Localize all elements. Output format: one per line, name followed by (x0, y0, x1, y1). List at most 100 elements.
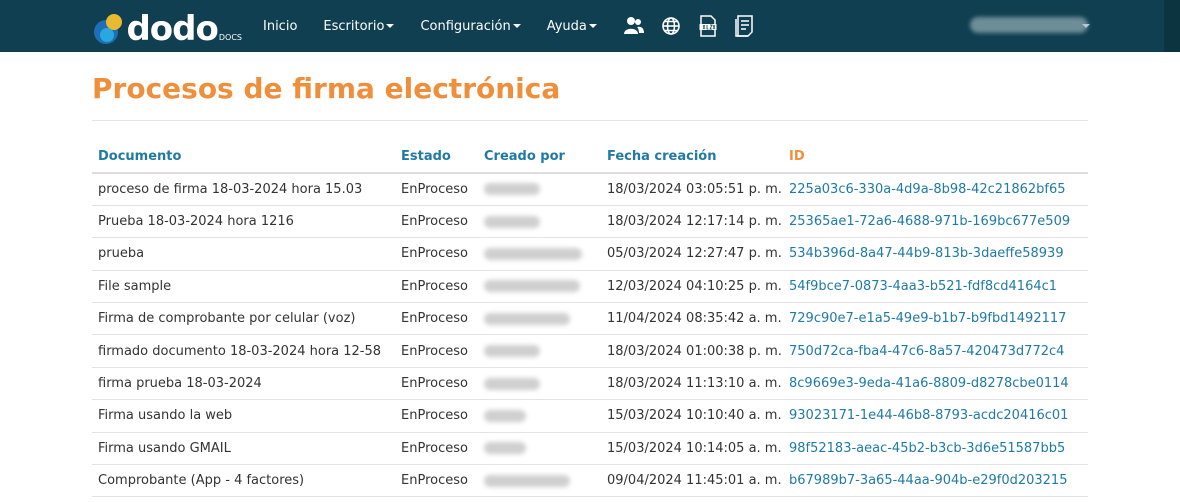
cell-creado-por (478, 173, 601, 206)
chevron-down-icon (588, 24, 597, 28)
cell-documento: proceso de firma 18-03-2024 hora 15.03 (92, 173, 395, 206)
redacted-creator-name (484, 183, 540, 196)
cell-estado: EnProceso (395, 173, 478, 206)
column-header-id[interactable]: ID (783, 141, 1088, 174)
cell-id-link[interactable]: 54f9bce7-0873-4aa3-b521-fdf8cd4164c1 (783, 270, 1088, 304)
table-body: proceso de firma 18-03-2024 hora 15.03 En… (92, 173, 1088, 498)
navbar-edge (1164, 0, 1180, 52)
signature-processes-table: Documento Estado Creado por Fecha creaci… (92, 141, 1088, 498)
redacted-creator-name (484, 474, 570, 487)
redacted-creator-name (484, 442, 526, 455)
logo-mark-icon (92, 12, 124, 46)
logo-subtext: DOCS (218, 33, 242, 42)
cell-creado-por (478, 367, 601, 401)
logo-text: dodo (126, 9, 218, 49)
table-row[interactable]: Firma usando la web EnProceso 15/03/2024 1… (92, 399, 1088, 433)
cell-documento: Firma usando GMAIL (92, 432, 395, 466)
cell-documento: firmado documento 18-03-2024 hora 12-58 (92, 334, 395, 368)
table-row[interactable]: proceso de firma 18-03-2024 hora 15.03 En… (92, 173, 1088, 206)
cell-id-link[interactable]: 93023171-1e44-46b8-8793-acdc20416c01 (783, 399, 1088, 433)
cell-estado: EnProceso (395, 302, 478, 336)
cell-estado: EnProceso (395, 399, 478, 433)
user-menu-redacted[interactable] (970, 17, 1088, 33)
cell-documento: Firma usando la web (92, 399, 395, 433)
dodo-docs-logo[interactable]: dodo DOCS (92, 6, 242, 46)
cell-fecha: 18/03/2024 01:00:38 p. m. (601, 334, 783, 368)
redacted-creator-name (484, 345, 540, 358)
table-row[interactable]: Prueba 18-03-2024 hora 1216 EnProceso 18/0… (92, 205, 1088, 239)
cell-id-link[interactable]: 750d72ca-fba4-47c6-8a57-420473d772c4 (783, 334, 1088, 368)
redacted-creator-name (484, 280, 580, 293)
table-row[interactable]: firmado documento 18-03-2024 hora 12-58 E… (92, 334, 1088, 368)
cell-creado-por (478, 334, 601, 368)
cell-documento: Firma de comprobante por celular (voz) (92, 302, 395, 336)
nav-item-inicio[interactable]: Inicio (263, 19, 297, 34)
column-header-creado-por[interactable]: Creado por (478, 141, 601, 174)
table-row[interactable]: prueba EnProceso 05/03/2024 12:27:47 p. m.… (92, 237, 1088, 271)
table-row[interactable]: Comprobante (App - 4 factores) EnProceso 0… (92, 464, 1088, 498)
cell-creado-por (478, 237, 601, 271)
cell-id-link[interactable]: b67989b7-3a65-44aa-904b-e29f0d203215 (783, 464, 1088, 498)
cell-fecha: 18/03/2024 12:17:14 p. m. (601, 205, 783, 239)
redacted-creator-name (484, 409, 526, 422)
chevron-down-icon (1082, 24, 1090, 28)
document-list-icon[interactable] (734, 15, 756, 37)
cell-estado: EnProceso (395, 432, 478, 466)
cell-id-link[interactable]: 534b396d-8a47-44b9-813b-3daeffe58939 (783, 237, 1088, 271)
redacted-creator-name (484, 312, 570, 325)
redacted-creator-name (484, 377, 540, 390)
main-content: Procesos de firma electrónica Documento … (0, 70, 1180, 498)
cell-creado-por (478, 302, 601, 336)
column-header-fecha[interactable]: Fecha creación (601, 141, 783, 174)
cell-estado: EnProceso (395, 334, 478, 368)
cell-creado-por (478, 205, 601, 239)
cell-id-link[interactable]: 98f52183-aeac-45b2-b3cb-3d6e51587bb5 (783, 432, 1088, 466)
cell-creado-por (478, 464, 601, 498)
globe-icon[interactable] (660, 15, 682, 37)
redacted-creator-name (484, 215, 540, 228)
table-row[interactable]: firma prueba 18-03-2024 EnProceso 18/03/20… (92, 367, 1088, 401)
cell-estado: EnProceso (395, 237, 478, 271)
cell-documento: firma prueba 18-03-2024 (92, 367, 395, 401)
cell-fecha: 12/03/2024 04:10:25 p. m. (601, 270, 783, 304)
cell-documento: Prueba 18-03-2024 hora 1216 (92, 205, 395, 239)
cell-id-link[interactable]: 729c90e7-e1a5-49e9-b1b7-b9fbd1492117 (783, 302, 1088, 336)
chevron-down-icon (512, 24, 521, 28)
cell-id-link[interactable]: 25365ae1-72a6-4688-971b-169bc677e509 (783, 205, 1088, 239)
main-menu: Inicio Escritorio Configuración Ayuda (263, 0, 771, 52)
nav-item-ayuda[interactable]: Ayuda (547, 19, 597, 34)
chevron-down-icon (386, 24, 395, 28)
xlsx-file-icon[interactable] (697, 15, 719, 37)
cell-documento: Comprobante (App - 4 factores) (92, 464, 395, 498)
cell-estado: EnProceso (395, 367, 478, 401)
table-header-row: Documento Estado Creado por Fecha creaci… (92, 141, 1088, 174)
page-title: Procesos de firma electrónica (92, 72, 561, 105)
cell-fecha: 05/03/2024 12:27:47 p. m. (601, 237, 783, 271)
cell-estado: EnProceso (395, 270, 478, 304)
cell-creado-por (478, 399, 601, 433)
cell-fecha: 18/03/2024 03:05:51 p. m. (601, 173, 783, 206)
top-navbar: dodo DOCS Inicio Escritorio Configuració… (0, 0, 1180, 52)
cell-fecha: 09/04/2024 11:45:01 a. m. (601, 464, 783, 498)
column-header-estado[interactable]: Estado (395, 141, 478, 174)
cell-estado: EnProceso (395, 205, 478, 239)
users-icon[interactable] (623, 15, 645, 37)
cell-fecha: 15/03/2024 10:10:40 a. m. (601, 399, 783, 433)
table-row[interactable]: Firma de comprobante por celular (voz) En… (92, 302, 1088, 336)
table-row[interactable]: File sample EnProceso 12/03/2024 04:10:25 … (92, 270, 1088, 304)
cell-id-link[interactable]: 225a03c6-330a-4d9a-8b98-42c21862bf65 (783, 173, 1088, 206)
cell-creado-por (478, 270, 601, 304)
cell-id-link[interactable]: 8c9669e3-9eda-41a6-8809-d8278cbe0114 (783, 367, 1088, 401)
redacted-creator-name (484, 247, 582, 260)
cell-creado-por (478, 432, 601, 466)
cell-fecha: 11/04/2024 08:35:42 a. m. (601, 302, 783, 336)
cell-fecha: 15/03/2024 10:14:05 a. m. (601, 432, 783, 466)
title-divider (92, 120, 1088, 121)
column-header-documento[interactable]: Documento (92, 141, 395, 174)
cell-documento: prueba (92, 237, 395, 271)
cell-fecha: 18/03/2024 11:13:10 a. m. (601, 367, 783, 401)
nav-item-configuracion[interactable]: Configuración (420, 19, 521, 34)
nav-item-escritorio[interactable]: Escritorio (323, 19, 395, 34)
cell-documento: File sample (92, 270, 395, 304)
table-row[interactable]: Firma usando GMAIL EnProceso 15/03/2024 10… (92, 432, 1088, 466)
